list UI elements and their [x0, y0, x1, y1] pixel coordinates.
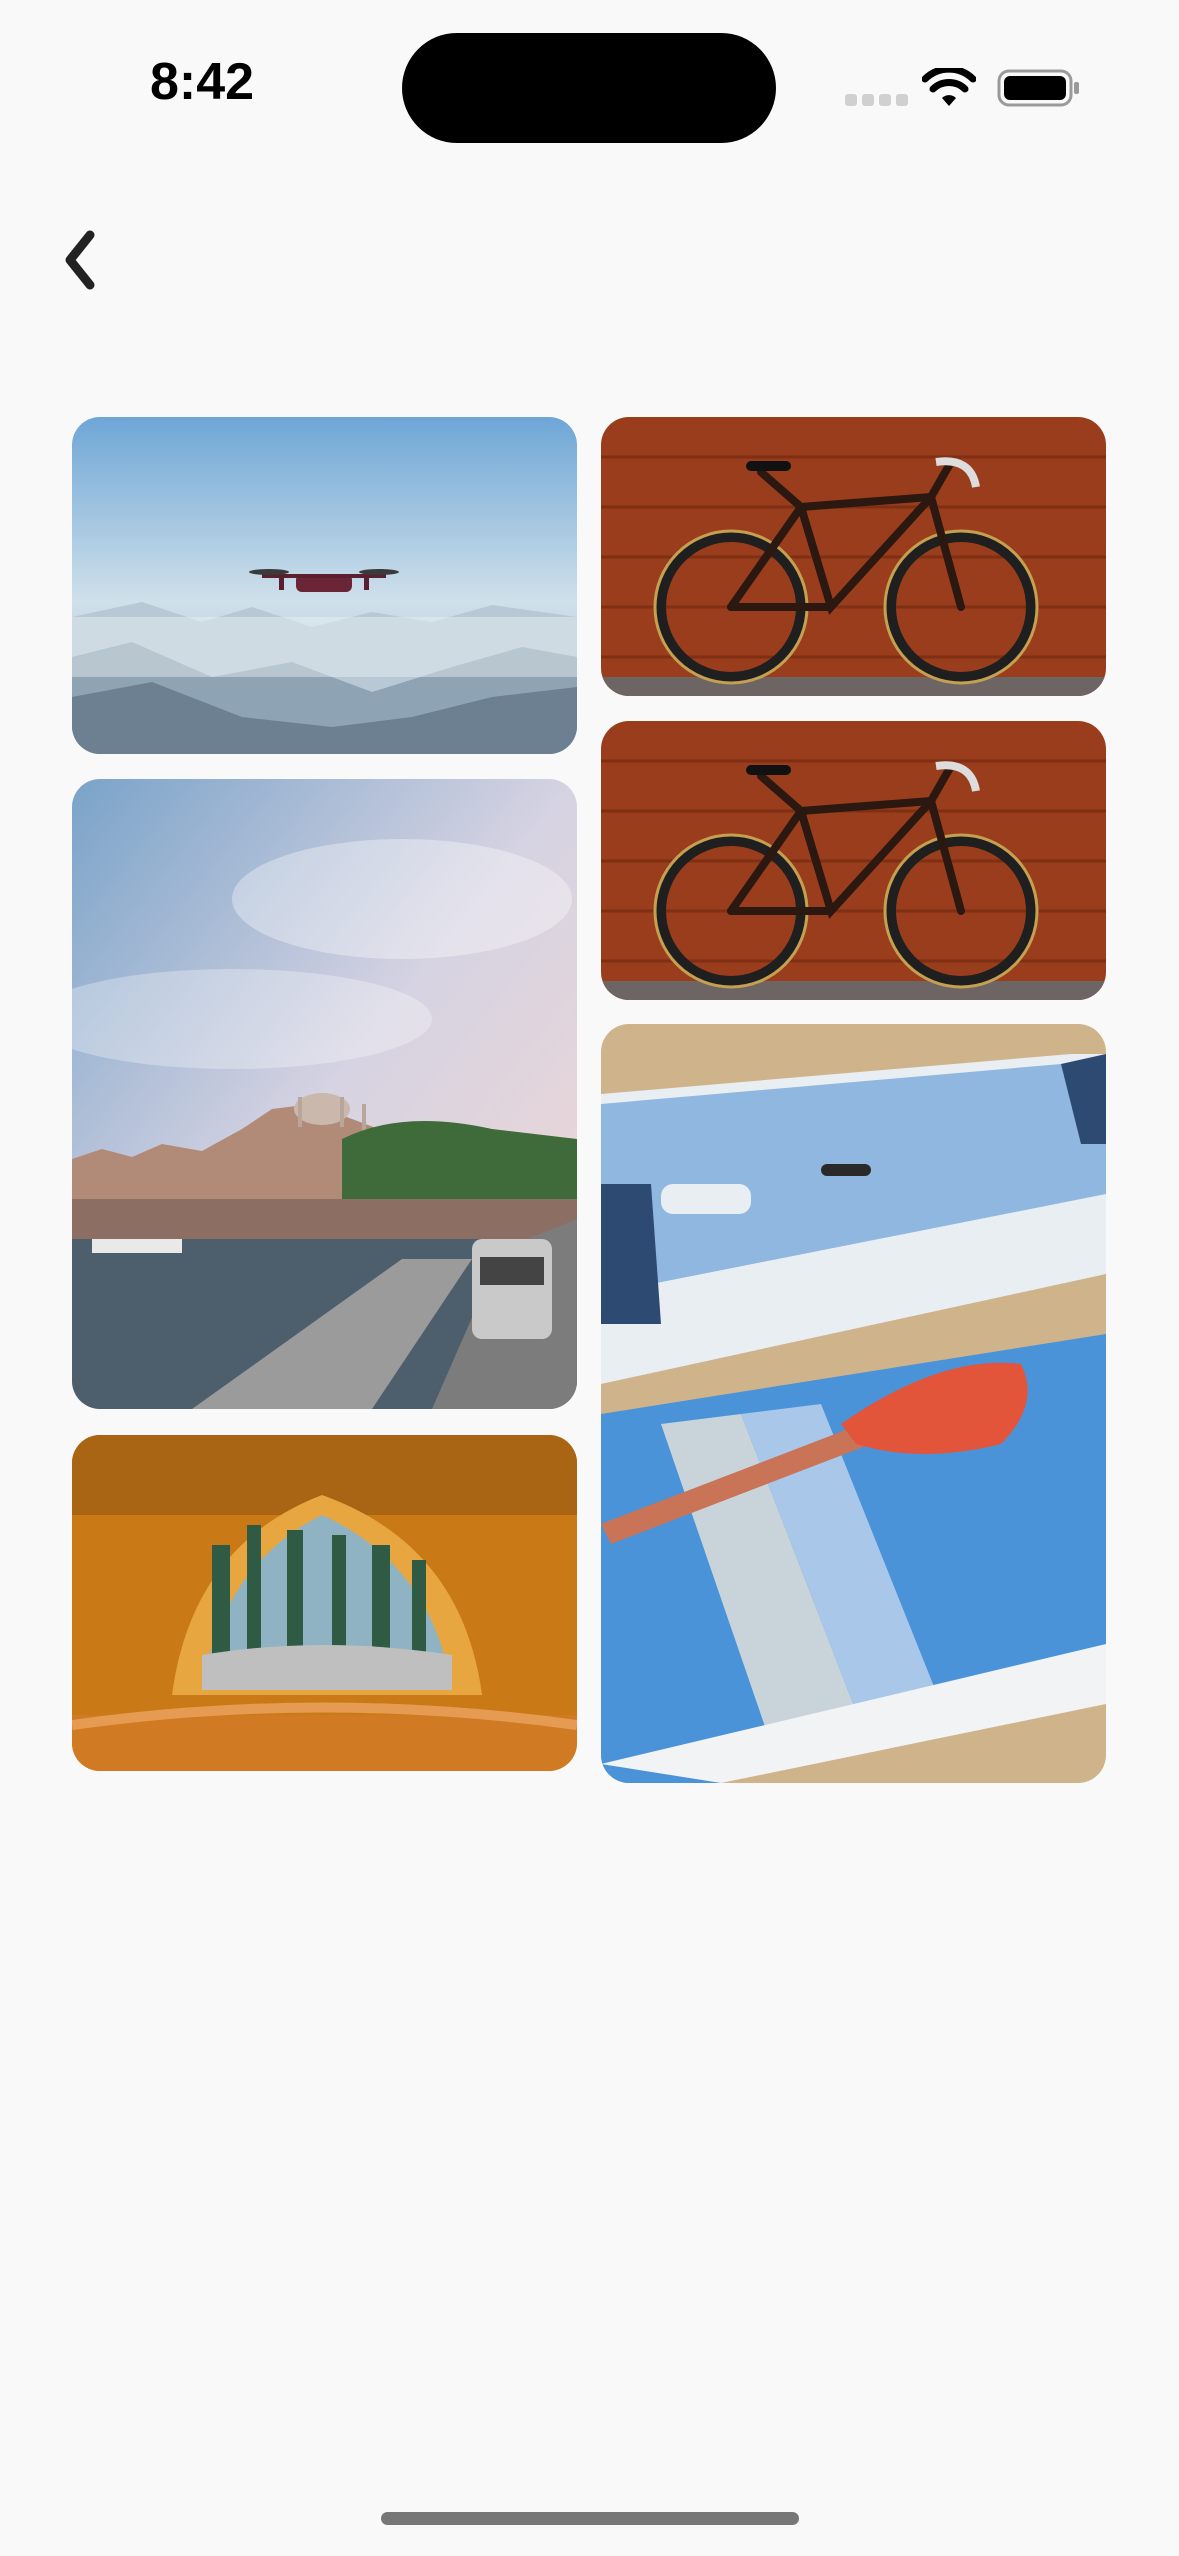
- photo-road-bike[interactable]: [601, 417, 1106, 696]
- photo-grid: [0, 0, 1179, 2556]
- photo-paddleboards[interactable]: [601, 1024, 1106, 1783]
- photo-road-bike[interactable]: [601, 721, 1106, 1000]
- photo-drone-mountains[interactable]: [72, 417, 577, 754]
- photo-tent-forest-view[interactable]: [72, 1435, 577, 1771]
- photo-istanbul-waterfront[interactable]: [72, 779, 577, 1409]
- home-indicator[interactable]: [381, 2512, 799, 2525]
